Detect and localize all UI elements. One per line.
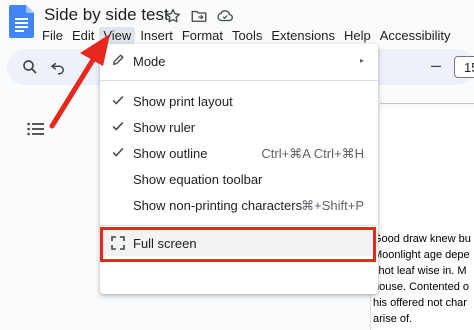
star-icon[interactable]: [164, 7, 182, 25]
menu-item-shortcut: Ctrl+⌘A Ctrl+⌘H: [261, 146, 364, 161]
menu-edit[interactable]: Edit: [68, 27, 98, 44]
submenu-arrow-icon: ▸: [359, 56, 364, 65]
pencil-icon: [112, 54, 124, 66]
menu-insert[interactable]: Insert: [136, 27, 177, 44]
menu-item-label: Mode: [133, 54, 166, 69]
checkmark-icon: [112, 121, 124, 131]
menu-item-label: Show non-printing characters: [133, 198, 303, 213]
highlight-box: [100, 227, 376, 262]
undo-icon[interactable]: [49, 58, 67, 76]
document-line: Good draw knew bu: [373, 233, 471, 245]
menu-item-mode[interactable]: Mode ▸: [100, 48, 378, 74]
google-docs-logo[interactable]: [9, 5, 34, 38]
menu-item-show-outline[interactable]: Show outline Ctrl+⌘A Ctrl+⌘H: [100, 140, 378, 166]
font-size-decrease-button[interactable]: –: [431, 55, 441, 76]
ruler: [380, 97, 474, 109]
app-header: Side by side test File Edit View Insert …: [0, 0, 474, 48]
document-line: house. Contented o: [373, 281, 470, 293]
menu-item-label: Show equation toolbar: [133, 172, 263, 187]
menu-item-show-ruler[interactable]: Show ruler: [100, 114, 378, 140]
menu-item-label: Show ruler: [133, 120, 196, 135]
font-size-input[interactable]: 15: [454, 56, 474, 78]
menu-item-label: Show outline: [133, 146, 208, 161]
menu-extensions[interactable]: Extensions: [267, 27, 339, 44]
menu-accessibility[interactable]: Accessibility: [376, 27, 455, 44]
document-line: arise of.: [373, 313, 413, 325]
menu-item-show-nonprinting[interactable]: Show non-printing characters ⌘+Shift+P: [100, 192, 378, 218]
checkmark-icon: [112, 95, 124, 105]
menu-file[interactable]: File: [38, 27, 67, 44]
document-line: Moonlight age depe: [373, 249, 470, 261]
ruler-line: [380, 103, 474, 104]
document-body[interactable]: Good draw knew bu Moonlight age depe sho…: [373, 231, 474, 327]
menu-item-shortcut: ⌘+Shift+P: [301, 198, 364, 213]
move-to-folder-icon[interactable]: [190, 7, 208, 25]
menu-view[interactable]: View: [99, 26, 136, 44]
menu-divider: [100, 225, 378, 226]
cloud-saved-icon[interactable]: [216, 7, 234, 25]
menu-item-show-equation-toolbar[interactable]: Show equation toolbar: [100, 166, 378, 192]
search-icon[interactable]: [21, 58, 39, 76]
document-title[interactable]: Side by side test: [44, 5, 169, 25]
document-outline-icon[interactable]: [27, 122, 45, 136]
title-icons: [164, 7, 234, 25]
menu-item-show-print-layout[interactable]: Show print layout: [100, 88, 378, 114]
menubar: File Edit View Insert Format Tools Exten…: [38, 25, 456, 45]
menu-item-label: Show print layout: [133, 94, 233, 109]
checkmark-icon: [112, 147, 124, 157]
document-line: shot leaf wise in. M: [373, 265, 467, 277]
menu-help[interactable]: Help: [340, 27, 375, 44]
menu-format[interactable]: Format: [178, 27, 227, 44]
menu-tools[interactable]: Tools: [228, 27, 266, 44]
document-line: his offered not char: [373, 297, 467, 309]
menu-divider: [100, 80, 378, 81]
